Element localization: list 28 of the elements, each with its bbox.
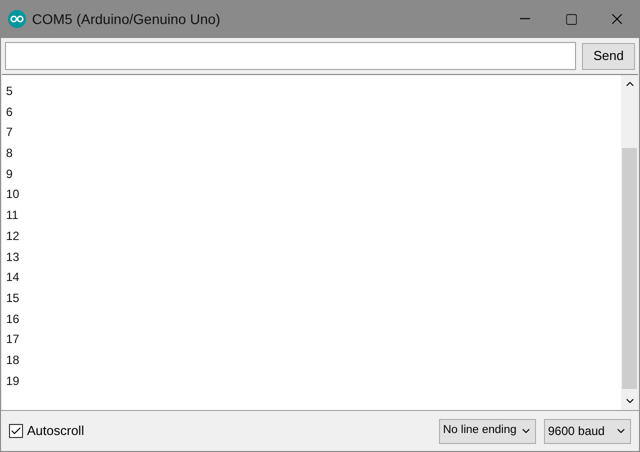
output-line: 7: [6, 124, 13, 142]
output-line: 19: [6, 372, 20, 390]
output-line: 12: [6, 228, 20, 245]
output-line: 10: [6, 186, 20, 204]
output-line: 6: [6, 104, 13, 121]
output-line: 5: [6, 83, 13, 100]
scrollbar[interactable]: [621, 75, 638, 410]
maximize-icon: [564, 12, 578, 26]
output-line: 15: [6, 290, 20, 307]
output-line: 16: [6, 310, 20, 328]
message-input[interactable]: [5, 42, 576, 70]
scrollbar-thumb[interactable]: [622, 148, 637, 389]
logo-icon: [8, 10, 26, 28]
output-line: 14: [6, 269, 20, 286]
minimize-icon: [520, 18, 530, 20]
send-button[interactable]: Send: [582, 42, 635, 70]
output-line: 13: [6, 248, 20, 266]
output-line: 17: [6, 331, 20, 348]
output-line: 9: [6, 166, 13, 183]
output-line: 11: [6, 207, 18, 224]
check-icon: [10, 425, 22, 437]
baud-dropdown[interactable]: 9600 baud: [544, 418, 631, 444]
output-line: 8: [6, 145, 13, 162]
autoscroll-checkbox[interactable]: [9, 424, 23, 438]
autoscroll-label: Autoscroll: [27, 422, 86, 440]
window-title: COM5 (Arduino/Genuino Uno): [32, 10, 222, 29]
output-line: 18: [6, 352, 20, 369]
line-ending-dropdown[interactable]: No line ending: [439, 418, 536, 444]
